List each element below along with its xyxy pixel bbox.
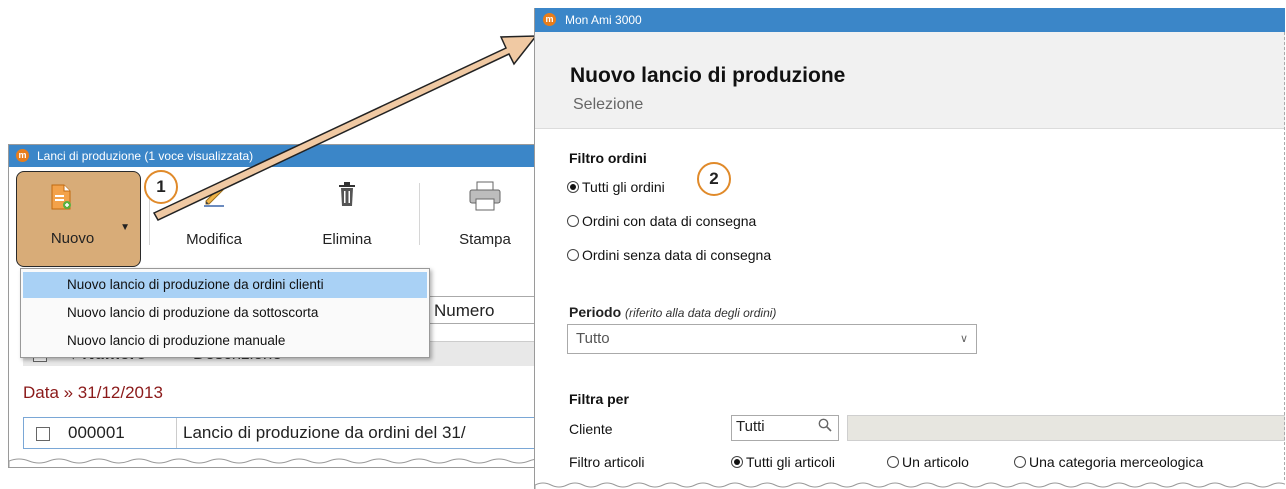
radio-label: Ordini con data di consegna xyxy=(582,213,757,229)
radio-ordini-senza-data[interactable]: Ordini senza data di consegna xyxy=(567,247,771,263)
menu-item-from-customer-orders[interactable]: Nuovo lancio di produzione da ordini cli… xyxy=(23,272,427,298)
app-logo-icon: m xyxy=(543,13,556,26)
radio-tutti-ordini[interactable]: Tutti gli ordini xyxy=(567,179,665,195)
menu-item-manual[interactable]: Nuovo lancio di produzione manuale xyxy=(23,328,427,354)
row-numero: 000001 xyxy=(68,423,125,442)
dialog-window-title: Mon Ami 3000 xyxy=(565,13,642,27)
radio-unselected-icon[interactable] xyxy=(1014,456,1026,468)
radio-label: Tutti gli ordini xyxy=(582,179,665,195)
radio-un-articolo[interactable]: Un articolo xyxy=(887,454,969,470)
search-field-selector[interactable]: Numero xyxy=(429,296,544,324)
periodo-note: (riferito alla data degli ordini) xyxy=(625,306,777,320)
radio-tutti-articoli[interactable]: Tutti gli articoli xyxy=(731,454,835,470)
filtra-per-heading: Filtra per xyxy=(569,391,629,407)
radio-label: Un articolo xyxy=(902,454,969,470)
periodo-value: Tutto xyxy=(576,330,610,347)
nuovo-dropdown-menu: Nuovo lancio di produzione da ordini cli… xyxy=(20,268,430,358)
cliente-description-field xyxy=(847,415,1285,441)
date-group-label: Data » 31/12/2013 xyxy=(23,383,163,402)
radio-label: Tutti gli articoli xyxy=(746,454,835,470)
torn-edge xyxy=(535,482,1285,489)
radio-ordini-con-data[interactable]: Ordini con data di consegna xyxy=(567,213,756,229)
filtro-articoli-label: Filtro articoli xyxy=(569,454,645,470)
dropdown-arrow-icon[interactable]: ▼ xyxy=(120,222,130,233)
filtro-ordini-heading: Filtro ordini xyxy=(569,150,647,166)
cliente-value: Tutti xyxy=(736,418,765,435)
cliente-input[interactable]: Tutti xyxy=(731,415,839,441)
elimina-label: Elimina xyxy=(322,231,372,248)
search-icon[interactable] xyxy=(818,417,832,439)
mon-ami-dialog-window: m Mon Ami 3000 Nuovo lancio di produzion… xyxy=(534,8,1285,489)
row-checkbox[interactable] xyxy=(36,427,50,441)
periodo-label-row: Periodo (riferito alla data degli ordini… xyxy=(569,304,776,320)
radio-categoria-merceologica[interactable]: Una categoria merceologica xyxy=(1014,454,1203,470)
radio-selected-icon[interactable] xyxy=(567,181,579,193)
radio-unselected-icon[interactable] xyxy=(887,456,899,468)
torn-edge xyxy=(9,458,544,467)
radio-label: Ordini senza data di consegna xyxy=(582,247,772,263)
stampa-label: Stampa xyxy=(459,231,511,248)
radio-unselected-icon[interactable] xyxy=(567,215,579,227)
step-badge-1: 1 xyxy=(144,170,178,204)
row-descrizione: Lancio di produzione da ordini del 31/ xyxy=(176,418,466,448)
dialog-heading: Nuovo lancio di produzione xyxy=(570,64,846,87)
chevron-down-icon: ∨ xyxy=(959,333,968,345)
radio-label: Una categoria merceologica xyxy=(1029,454,1204,470)
menu-item-from-understock[interactable]: Nuovo lancio di produzione da sottoscort… xyxy=(23,300,427,326)
table-row[interactable]: 000001 Lancio di produzione da ordini de… xyxy=(23,417,544,449)
periodo-heading: Periodo xyxy=(569,304,622,320)
callout-arrow xyxy=(152,35,538,221)
torn-right-edge xyxy=(1281,32,1285,480)
app-logo-icon: m xyxy=(16,149,29,162)
modifica-label: Modifica xyxy=(186,231,242,248)
dialog-titlebar: m Mon Ami 3000 xyxy=(535,8,1285,32)
nuovo-button[interactable]: Nuovo ▼ xyxy=(16,171,141,267)
step-badge-2: 2 xyxy=(697,162,731,196)
new-document-icon xyxy=(50,184,72,216)
dialog-header: Nuovo lancio di produzione Selezione xyxy=(535,32,1285,129)
radio-unselected-icon[interactable] xyxy=(567,249,579,261)
cliente-label: Cliente xyxy=(569,421,613,437)
radio-selected-icon[interactable] xyxy=(731,456,743,468)
dialog-subheading: Selezione xyxy=(573,96,644,113)
periodo-select[interactable]: Tutto ∨ xyxy=(567,324,977,354)
